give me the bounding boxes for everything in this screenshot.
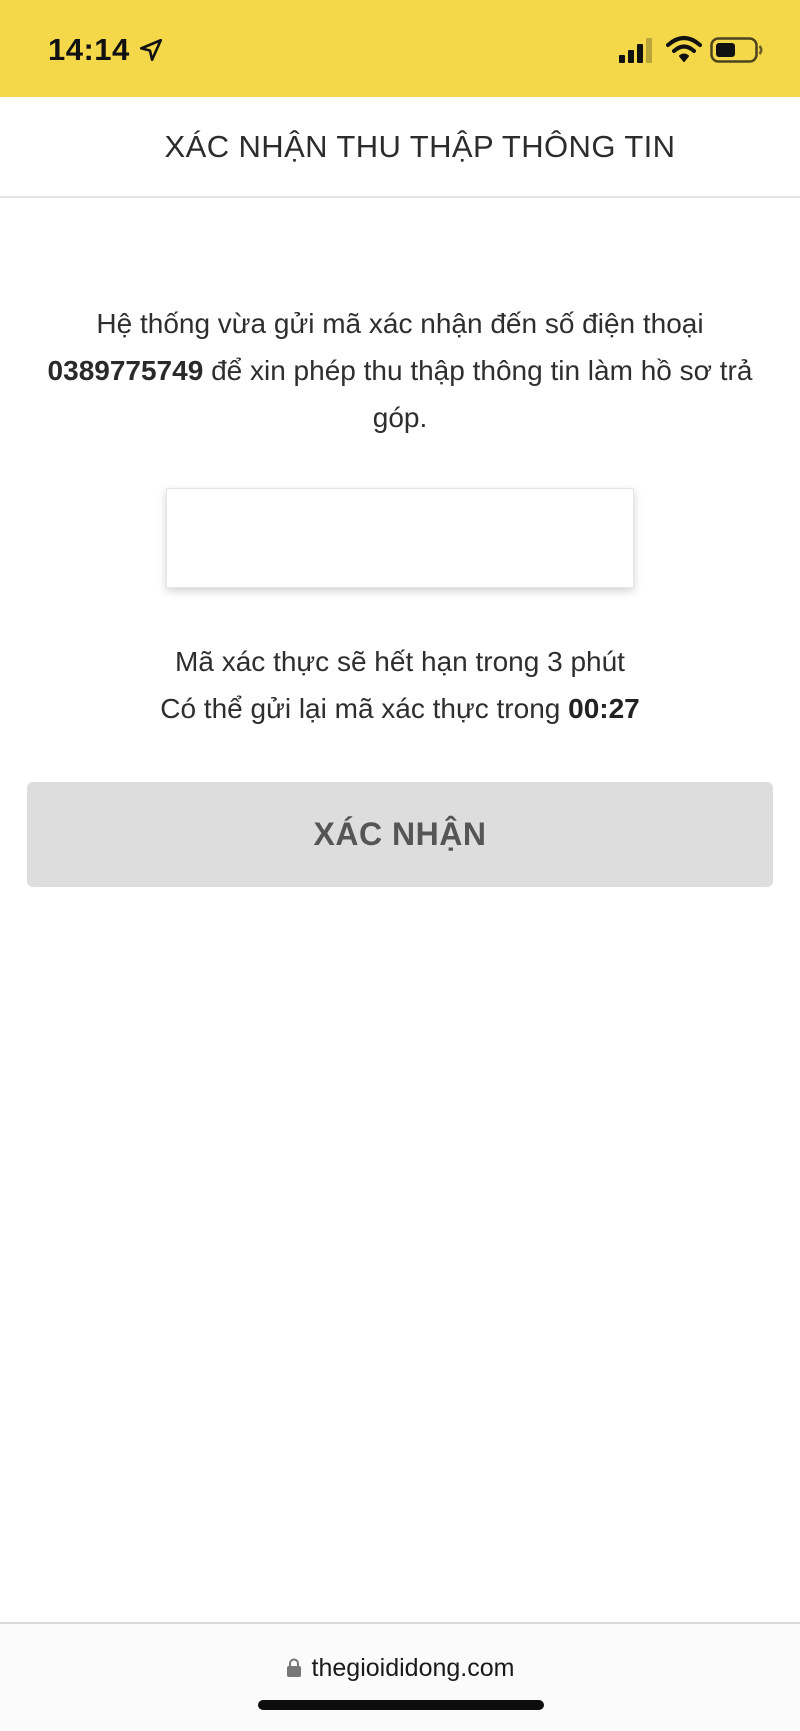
- confirm-button[interactable]: XÁC NHẬN: [27, 782, 773, 887]
- resend-text: Có thể gửi lại mã xác thực trong 00:27: [0, 693, 800, 725]
- resend-label: Có thể gửi lại mã xác thực trong: [160, 693, 561, 724]
- status-time: 14:14: [48, 32, 130, 67]
- location-arrow-icon: [139, 38, 163, 62]
- url-text: thegioididong.com: [311, 1654, 515, 1682]
- signal-icon: [619, 38, 652, 63]
- browser-address-bar[interactable]: thegioididong.com: [0, 1622, 800, 1731]
- phone-number: 0389775749: [47, 355, 204, 386]
- expiry-text: Mã xác thực sẽ hết hạn trong 3 phút: [175, 646, 625, 677]
- wifi-icon: [666, 36, 702, 62]
- lock-icon: [286, 1658, 301, 1677]
- home-indicator: [258, 1700, 544, 1710]
- otp-message: Hệ thống vừa gửi mã xác nhận đến số điện…: [30, 300, 770, 441]
- page-header: XÁC NHẬN THU THẬP THÔNG TIN: [0, 97, 800, 198]
- url-display[interactable]: thegioididong.com: [0, 1654, 800, 1683]
- message-suffix: để xin phép thu thập thông tin làm hồ sơ…: [211, 355, 753, 433]
- otp-code-input[interactable]: [166, 488, 634, 588]
- message-prefix: Hệ thống vừa gửi mã xác nhận đến số điện…: [96, 308, 704, 339]
- battery-icon: [710, 37, 763, 63]
- page-title: XÁC NHẬN THU THẬP THÔNG TIN: [164, 129, 676, 164]
- status-bar: 14:14: [0, 0, 800, 97]
- resend-countdown: 00:27: [568, 693, 640, 724]
- page: 14:14 XÁC NHẬN THU THẬP THÔNG TIN Hệ thố…: [0, 0, 800, 1731]
